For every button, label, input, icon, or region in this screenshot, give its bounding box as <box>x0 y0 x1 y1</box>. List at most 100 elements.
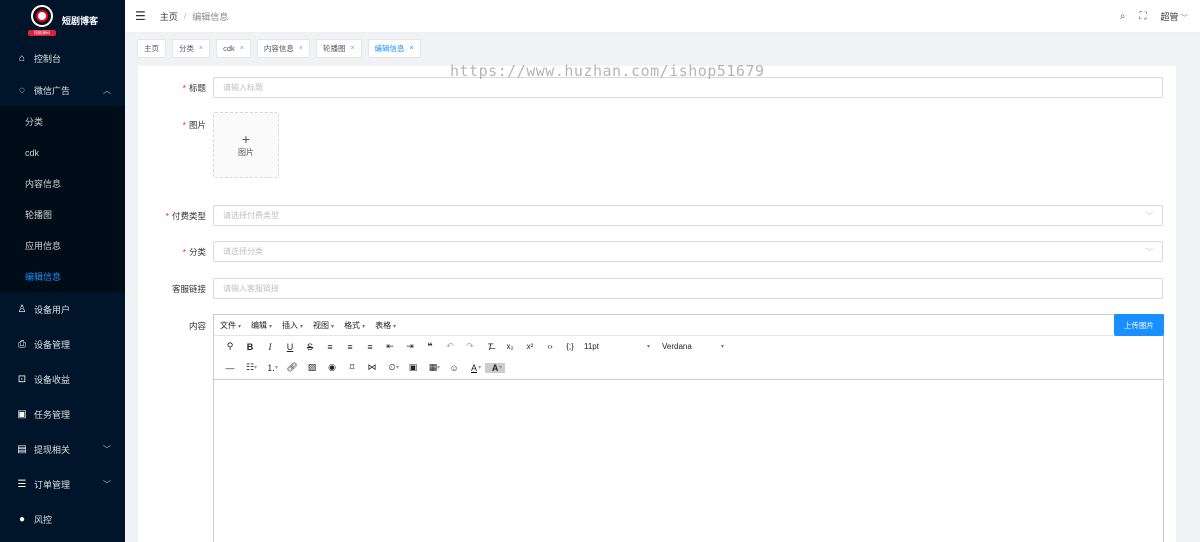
logo-ribbon: 短剧源码 <box>28 30 56 36</box>
menu-file[interactable]: 文件 ▾ <box>220 320 241 331</box>
close-icon[interactable]: × <box>350 45 354 52</box>
image-icon[interactable]: ▨ <box>302 362 322 373</box>
caret-down-icon[interactable]: ▾ <box>478 364 481 371</box>
sidebar-item-risk-control[interactable]: ● 风控 <box>0 502 125 537</box>
font-family-value: Verdana <box>662 342 692 351</box>
code-block-icon[interactable]: {;} <box>560 342 580 351</box>
caret-down-icon[interactable]: ▾ <box>499 364 502 371</box>
strikethrough-icon[interactable]: S <box>300 342 320 352</box>
indent-icon[interactable]: ⇥ <box>400 341 420 352</box>
align-center-icon[interactable]: ≡ <box>340 342 360 352</box>
clipboard-check-icon: ▣ <box>17 409 27 420</box>
tab-label: cdk <box>223 43 235 53</box>
sidebar-item-label: 微信广告 <box>34 85 71 96</box>
editor-toolbar-row1: ⚲ B I U S ≡ ≡ ≡ ⇤ ⇥ ❝ ↶ ↷ T̶ x₂ x² ‹› {;… <box>214 336 1163 357</box>
caret-down-icon: ▾ <box>720 344 724 350</box>
caret-down-icon[interactable]: ▾ <box>254 364 257 371</box>
editor-content-area[interactable] <box>214 379 1163 542</box>
sidebar-item-label: 设备用户 <box>34 305 71 315</box>
sidebar-item-withdrawal[interactable]: ▤ 提现相关 ﹀ <box>0 432 125 467</box>
rich-text-editor: 文件 ▾ 编辑 ▾ 插入 ▾ 视图 ▾ 格式 ▾ 表格 ▾ 上传图片 ⚲ B I U S ≡… <box>213 314 1164 542</box>
font-size-select[interactable]: 11pt ▾ <box>580 342 654 351</box>
fullscreen-icon[interactable]: ⛶ <box>1139 11 1146 22</box>
breadcrumb-home[interactable]: 主页 <box>160 10 178 23</box>
sidebar-item-device-revenue[interactable]: ⊡ 设备收益 <box>0 362 125 397</box>
horizontal-rule-icon[interactable]: — <box>220 363 240 373</box>
menu-table[interactable]: 表格 ▾ <box>375 320 396 331</box>
upload-image-button[interactable]: 上传图片 <box>1114 314 1164 336</box>
image-label: * 图片 <box>182 120 206 130</box>
menu-edit[interactable]: 编辑 ▾ <box>251 320 272 331</box>
sidebar-item-device-management[interactable]: ⎙ 设备管理 <box>0 327 125 362</box>
tab-category[interactable]: 分类 × <box>172 38 211 58</box>
clear-format-icon[interactable]: T̶ <box>480 342 500 352</box>
pay-type-select[interactable]: 请选择付费类型 ﹀ <box>213 205 1163 226</box>
close-icon[interactable]: × <box>199 45 203 52</box>
caret-down-icon[interactable]: ▾ <box>437 364 440 371</box>
alert-icon: ● <box>18 514 26 525</box>
bookmark-icon[interactable]: ⌑ <box>342 362 362 373</box>
menu-fold-icon[interactable]: ☰ <box>135 9 146 23</box>
edit-info-form: * 标题 请输入标题 * 图片 + 图片 * 付费类型 请选择付费类型 ﹀ * 分类 请选… <box>138 66 1176 542</box>
sidebar-item-label: 控制台 <box>34 53 62 64</box>
caret-down-icon[interactable]: ▾ <box>396 364 399 371</box>
tab-content-info[interactable]: 内容信息 × <box>256 38 310 58</box>
find-icon[interactable]: ⚲ <box>220 341 240 352</box>
logo[interactable]: 短剧源码 短剧博客 <box>0 0 125 40</box>
editor-toolbar-row2: — ☷ ▾ ⒈ ▾ 🔗︎ ▨ ◉ ⌑ ⋈ ⏲ ▾ ▣ ▦ ▾ ☺ A ▾ A ▾ <box>214 357 1163 378</box>
align-right-icon[interactable]: ≡ <box>360 342 380 352</box>
sidebar-subitem-cdk[interactable]: cdk <box>0 137 125 168</box>
redo-icon[interactable]: ↷ <box>460 341 480 352</box>
sidebar-subitem-carousel[interactable]: 轮播图 <box>0 199 125 230</box>
sidebar-subitem-content-info[interactable]: 内容信息 <box>0 168 125 199</box>
italic-icon[interactable]: I <box>260 342 280 352</box>
sidebar-item-dashboard[interactable]: ⌂ 控制台 <box>0 42 125 74</box>
sidebar-item-task-management[interactable]: ▣ 任务管理 <box>0 397 125 432</box>
superscript-icon[interactable]: x² <box>520 342 540 351</box>
tab-carousel[interactable]: 轮播图 × <box>315 38 362 58</box>
subscript-icon[interactable]: x₂ <box>500 342 520 351</box>
sidebar-item-order-management[interactable]: ☰ 订单管理 ﹀ <box>0 467 125 502</box>
tab-home[interactable]: 主页 <box>137 38 166 58</box>
font-family-select[interactable]: Verdana ▾ <box>658 342 728 351</box>
sidebar-item-device-users[interactable]: ♙ 设备用户 <box>0 292 125 327</box>
sidebar-item-wechat-ads[interactable]: ◌ 微信广告 ︿ <box>0 74 125 106</box>
service-link-input[interactable]: 请输入客服链接 <box>213 278 1163 299</box>
menu-view[interactable]: 视图 ▾ <box>313 320 334 331</box>
tab-label: 轮播图 <box>322 43 346 53</box>
sidebar-subitem-app-info[interactable]: 应用信息 <box>0 230 125 261</box>
close-icon[interactable]: × <box>299 45 303 52</box>
link-icon[interactable]: 🔗︎ <box>282 362 302 373</box>
sidebar-item-label: 订单管理 <box>34 480 71 490</box>
outdent-icon[interactable]: ⇤ <box>380 341 400 352</box>
underline-icon[interactable]: U <box>280 342 300 352</box>
bold-icon[interactable]: B <box>240 342 260 352</box>
breadcrumb-separator: / <box>183 11 187 21</box>
close-icon[interactable]: × <box>410 45 414 52</box>
sidebar-subitem-category[interactable]: 分类 <box>0 106 125 137</box>
preview-icon[interactable]: ◉ <box>322 362 342 373</box>
align-left-icon[interactable]: ≡ <box>320 342 340 352</box>
undo-icon[interactable]: ↶ <box>440 341 460 352</box>
chat-icon: ◌ <box>19 84 25 96</box>
title-input[interactable]: 请输入标题 <box>213 77 1163 98</box>
caret-down-icon[interactable]: ▾ <box>275 364 278 371</box>
menu-format[interactable]: 格式 ▾ <box>344 320 365 331</box>
tab-cdk[interactable]: cdk × <box>216 38 251 58</box>
search-icon[interactable]: ⌕ <box>1120 11 1126 22</box>
blockquote-icon[interactable]: ❝ <box>420 341 440 352</box>
image-upload[interactable]: + 图片 <box>213 112 279 178</box>
emoticon-icon[interactable]: ☺ <box>444 363 464 373</box>
menu-insert[interactable]: 插入 ▾ <box>282 320 303 331</box>
category-select[interactable]: 请选择分类 ﹀ <box>213 241 1163 262</box>
clipboard-icon: ▤ <box>17 444 27 455</box>
user-dropdown[interactable]: 超管 ﹀ <box>1160 10 1188 23</box>
tab-edit-info[interactable]: 编辑信息 × <box>367 38 421 58</box>
code-icon[interactable]: ‹› <box>540 342 560 351</box>
category-label: * 分类 <box>182 247 206 257</box>
form-row-service-link: 客服链接 请输入客服链接 <box>138 278 1176 299</box>
close-icon[interactable]: × <box>240 45 244 52</box>
sidebar-subitem-edit-info[interactable]: 编辑信息 <box>0 261 125 292</box>
page-break-icon[interactable]: ⋈ <box>362 362 382 373</box>
media-icon[interactable]: ▣ <box>403 362 423 373</box>
